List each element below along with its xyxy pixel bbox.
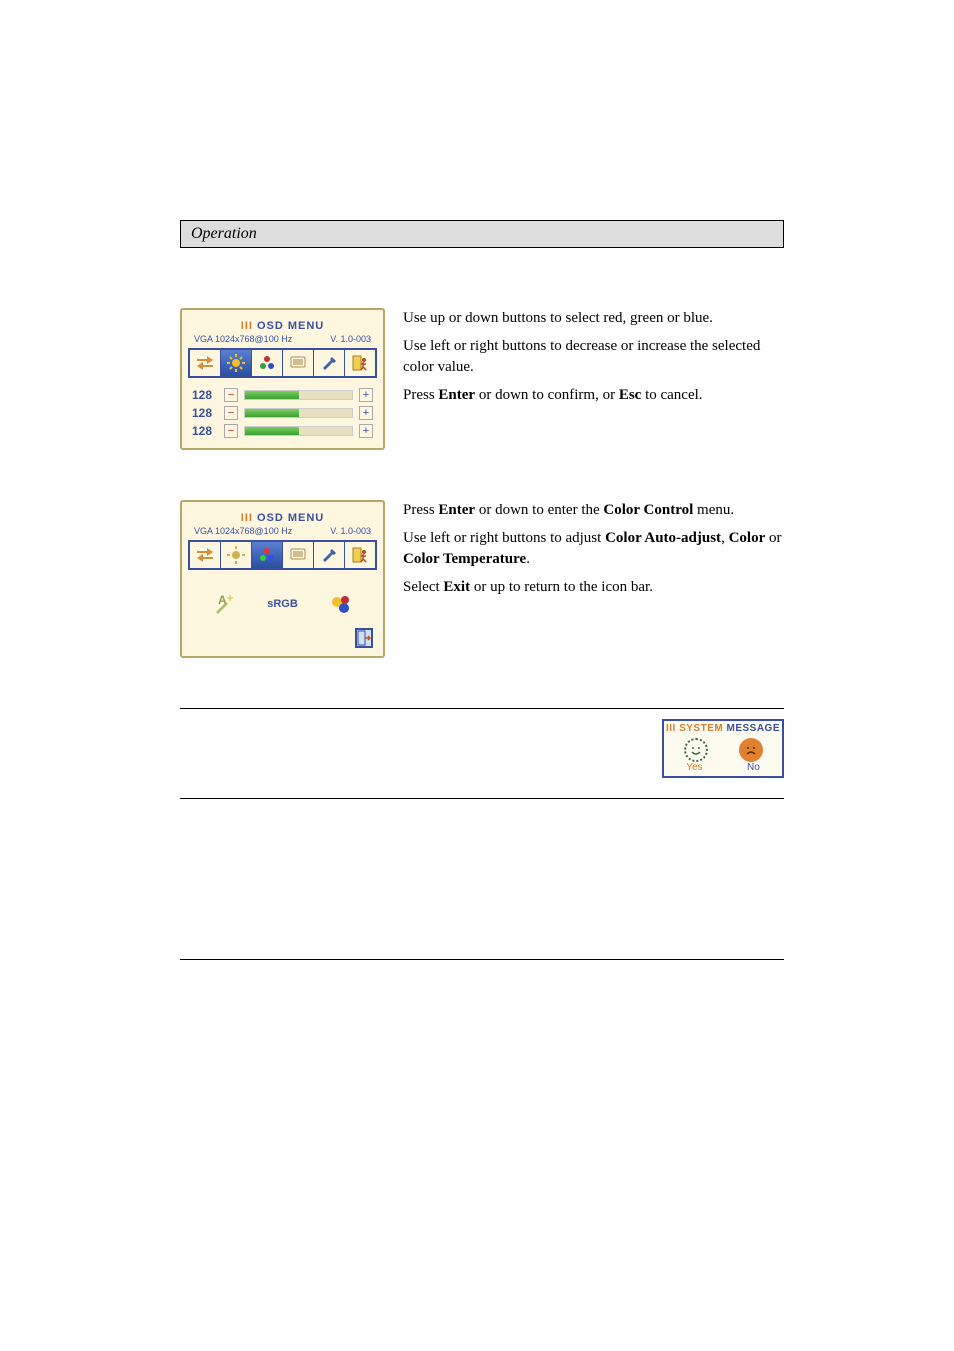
color-submenu: A sRGB xyxy=(188,578,377,628)
tools-icon xyxy=(319,546,339,564)
exit-corner xyxy=(188,628,377,648)
osd-tab-auto[interactable] xyxy=(190,542,221,568)
color-temperature-option[interactable] xyxy=(329,592,353,616)
system-message-panel: III SYSTEM MESSAGE Yes No xyxy=(662,719,784,778)
frown-icon xyxy=(743,742,759,758)
sun-icon xyxy=(226,545,246,565)
section-rgb-sliders: III OSD MENU VGA 1024x768@100 Hz V. 1.0-… xyxy=(180,308,784,450)
arrows-icon xyxy=(195,354,215,372)
slider-track[interactable] xyxy=(244,390,353,400)
section-color-control: III OSD MENU VGA 1024x768@100 Hz V. 1.0-… xyxy=(180,500,784,658)
srgb-option[interactable]: sRGB xyxy=(267,598,298,610)
osd-version: V. 1.0-003 xyxy=(330,526,371,536)
exit-door-icon[interactable] xyxy=(355,628,373,648)
system-message-labels: Yes No xyxy=(664,762,782,776)
osd-icon-strip xyxy=(188,348,377,378)
sun-icon xyxy=(226,353,246,373)
sysmsg-prefix: III xyxy=(666,723,676,734)
system-message-icons xyxy=(664,734,782,762)
color-auto-adjust-option[interactable]: A xyxy=(212,592,236,616)
osd-tab-position[interactable] xyxy=(283,350,314,376)
no-face-icon[interactable] xyxy=(739,738,763,762)
color-temp-icon xyxy=(329,592,353,616)
osd-title: III OSD MENU xyxy=(188,316,377,334)
instruction-line: Use left or right buttons to adjust Colo… xyxy=(403,528,784,569)
osd-title-text: OSD MENU xyxy=(257,320,324,332)
osd-tab-color[interactable] xyxy=(252,350,283,376)
osd-tab-color[interactable] xyxy=(252,542,283,568)
divider xyxy=(180,798,784,799)
screen-icon xyxy=(288,546,308,564)
osd-version: V. 1.0-003 xyxy=(330,334,371,344)
increase-button[interactable]: + xyxy=(359,406,373,420)
osd-tab-exit[interactable] xyxy=(345,350,375,376)
osd-title-prefix: III xyxy=(241,512,253,524)
wand-a-icon: A xyxy=(212,592,236,616)
osd-mode-line: VGA 1024x768@100 Hz xyxy=(194,526,292,536)
instruction-line: Select Exit or up to return to the icon … xyxy=(403,577,784,597)
screen-icon xyxy=(288,354,308,372)
decrease-button[interactable]: − xyxy=(224,388,238,402)
instructions-color-control: Press Enter or down to enter the Color C… xyxy=(403,500,784,658)
instruction-line: Press Enter or down to enter the Color C… xyxy=(403,500,784,520)
slider-row-blue: 128 − + xyxy=(188,422,377,440)
osd-tab-brightness[interactable] xyxy=(221,350,252,376)
system-message-block: III SYSTEM MESSAGE Yes No xyxy=(180,719,784,778)
door-icon xyxy=(357,630,371,646)
slider-value-green: 128 xyxy=(192,406,218,420)
slider-value-red: 128 xyxy=(192,388,218,402)
osd-tab-auto[interactable] xyxy=(190,350,221,376)
osd-panel-rgb: III OSD MENU VGA 1024x768@100 Hz V. 1.0-… xyxy=(180,308,385,450)
system-message-title: III SYSTEM MESSAGE xyxy=(664,721,782,734)
sysmsg-word-a: SYSTEM xyxy=(679,723,723,734)
osd-mode-line: VGA 1024x768@100 Hz xyxy=(194,334,292,344)
osd-tab-brightness[interactable] xyxy=(221,542,252,568)
yes-face-icon[interactable] xyxy=(684,738,708,762)
arrows-icon xyxy=(195,546,215,564)
instruction-line: Use up or down buttons to select red, gr… xyxy=(403,308,784,328)
srgb-label: sRGB xyxy=(267,598,298,610)
slider-value-blue: 128 xyxy=(192,424,218,438)
osd-title-prefix: III xyxy=(241,320,253,332)
sysmsg-word-b: MESSAGE xyxy=(727,723,781,734)
slider-row-green: 128 − + xyxy=(188,404,377,422)
tools-icon xyxy=(319,354,339,372)
osd-tab-tools[interactable] xyxy=(314,350,345,376)
slider-track[interactable] xyxy=(244,408,353,418)
smile-icon xyxy=(688,742,704,758)
osd-title: III OSD MENU xyxy=(188,508,377,526)
exit-person-icon xyxy=(351,546,369,564)
osd-subheader: VGA 1024x768@100 Hz V. 1.0-003 xyxy=(188,334,377,348)
exit-person-icon xyxy=(351,354,369,372)
increase-button[interactable]: + xyxy=(359,424,373,438)
osd-icon-strip xyxy=(188,540,377,570)
yes-label: Yes xyxy=(686,762,702,773)
osd-title-text: OSD MENU xyxy=(257,512,324,524)
svg-text:A: A xyxy=(218,593,227,607)
osd-tab-exit[interactable] xyxy=(345,542,375,568)
rgb-dots-icon xyxy=(257,354,277,372)
footer-divider xyxy=(180,959,784,960)
rgb-dots-icon xyxy=(257,546,277,564)
slider-row-red: 128 − + xyxy=(188,386,377,404)
osd-subheader: VGA 1024x768@100 Hz V. 1.0-003 xyxy=(188,526,377,540)
instruction-line: Use left or right buttons to decrease or… xyxy=(403,336,784,377)
header-title: Operation xyxy=(191,225,257,242)
decrease-button[interactable]: − xyxy=(224,424,238,438)
osd-panel-color-control: III OSD MENU VGA 1024x768@100 Hz V. 1.0-… xyxy=(180,500,385,658)
page-header: Operation xyxy=(180,220,784,248)
no-label: No xyxy=(747,762,760,773)
instruction-line: Press Enter or down to confirm, or Esc t… xyxy=(403,385,784,405)
osd-tab-tools[interactable] xyxy=(314,542,345,568)
decrease-button[interactable]: − xyxy=(224,406,238,420)
slider-track[interactable] xyxy=(244,426,353,436)
osd-tab-position[interactable] xyxy=(283,542,314,568)
divider xyxy=(180,708,784,709)
increase-button[interactable]: + xyxy=(359,388,373,402)
instructions-rgb: Use up or down buttons to select red, gr… xyxy=(403,308,784,450)
